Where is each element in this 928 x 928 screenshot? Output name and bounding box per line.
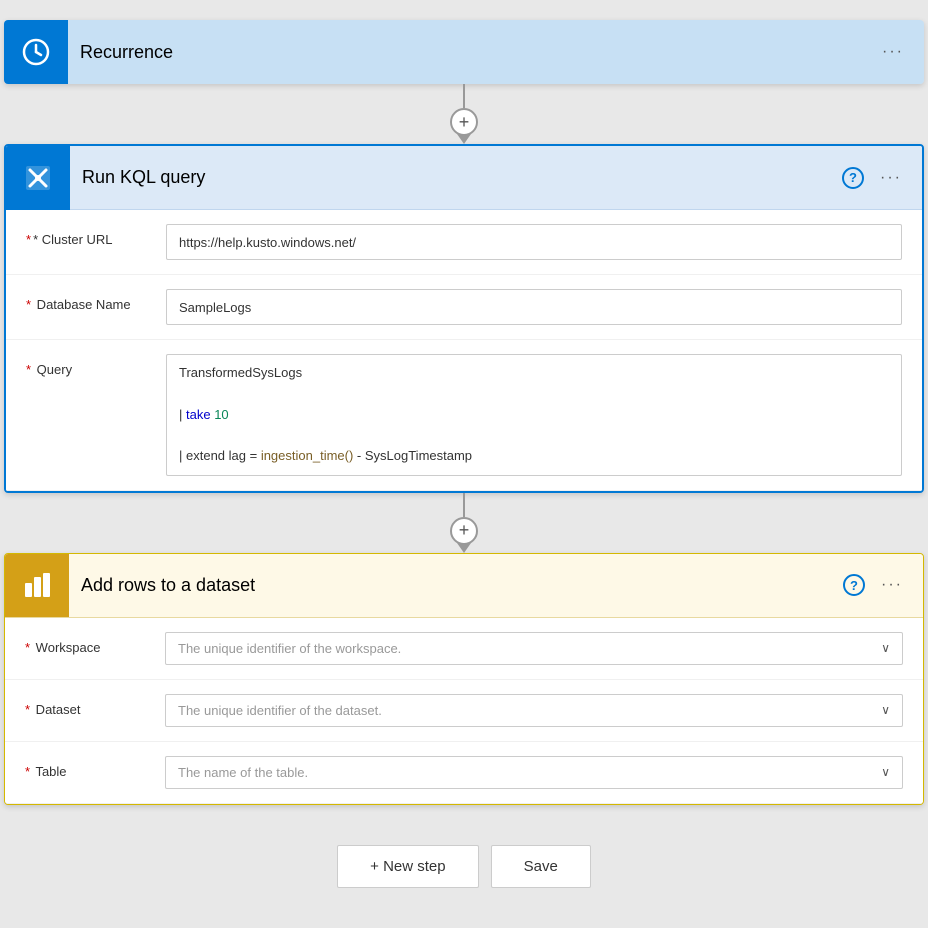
dataset-row: * Dataset The unique identifier of the d… [5, 680, 923, 742]
database-name-label: * Database Name [26, 289, 166, 312]
kql-more-button[interactable]: ··· [876, 165, 906, 191]
kql-card: Run KQL query ? ··· ** Cluster URL * Dat… [4, 144, 924, 493]
query-line-3: | extend lag = ingestion_time() - SysLog… [179, 446, 889, 467]
new-step-button[interactable]: + New step [337, 845, 478, 888]
workspace-label: * Workspace [25, 632, 165, 655]
addrows-header: Add rows to a dataset ? ··· [5, 554, 923, 618]
recurrence-title: Recurrence [68, 42, 878, 63]
cluster-url-input[interactable] [166, 224, 902, 260]
query-required: * [26, 362, 31, 377]
workspace-row: * Workspace The unique identifier of the… [5, 618, 923, 680]
dataset-chevron-icon: ∨ [881, 703, 890, 717]
kql-help-button[interactable]: ? [842, 167, 864, 189]
workspace-required: * [25, 640, 30, 655]
dataset-select[interactable]: The unique identifier of the dataset. ∨ [165, 694, 903, 727]
addrows-actions: ? ··· [843, 572, 907, 598]
database-name-input[interactable] [166, 289, 902, 325]
database-required: * [26, 297, 31, 312]
dataset-label: * Dataset [25, 694, 165, 717]
cluster-url-label: ** Cluster URL [26, 224, 166, 247]
add-step-button-2[interactable]: + [450, 517, 478, 545]
recurrence-header: Recurrence ··· [4, 20, 924, 84]
dataset-placeholder: The unique identifier of the dataset. [178, 703, 382, 718]
query-line-1: TransformedSysLogs [179, 363, 889, 384]
table-chevron-icon: ∨ [881, 765, 890, 779]
cluster-url-required: * [26, 232, 31, 247]
table-required: * [25, 764, 30, 779]
addrows-icon-bg [5, 553, 69, 617]
save-button[interactable]: Save [491, 845, 591, 888]
connector-line-top-2 [463, 493, 465, 517]
table-select[interactable]: The name of the table. ∨ [165, 756, 903, 789]
addrows-more-button[interactable]: ··· [877, 572, 907, 598]
table-placeholder: The name of the table. [178, 765, 308, 780]
table-row: * Table The name of the table. ∨ [5, 742, 923, 804]
database-name-row: * Database Name [6, 275, 922, 340]
connector-line-top-1 [463, 84, 465, 108]
add-step-button-1[interactable]: + [450, 108, 478, 136]
recurrence-actions: ··· [878, 39, 908, 65]
clock-icon [20, 36, 52, 68]
dataset-required: * [25, 702, 30, 717]
connector-2: + [450, 493, 478, 553]
chart-icon [21, 569, 53, 601]
connector-1: + [450, 84, 478, 144]
table-label: * Table [25, 756, 165, 779]
cluster-url-row: ** Cluster URL [6, 210, 922, 275]
kql-icon [22, 162, 54, 194]
kql-title: Run KQL query [70, 167, 842, 188]
kql-icon-bg [6, 146, 70, 210]
recurrence-icon-bg [4, 20, 68, 84]
kql-actions: ? ··· [842, 165, 906, 191]
recurrence-more-button[interactable]: ··· [878, 39, 908, 65]
query-row: * Query TransformedSysLogs | take 10 | e… [6, 340, 922, 491]
kql-body: ** Cluster URL * Database Name * Query T… [6, 210, 922, 491]
kql-header: Run KQL query ? ··· [6, 146, 922, 210]
query-line-2: | take 10 [179, 405, 889, 426]
addrows-help-button[interactable]: ? [843, 574, 865, 596]
workspace-select[interactable]: The unique identifier of the workspace. … [165, 632, 903, 665]
addrows-card: Add rows to a dataset ? ··· * Workspace … [4, 553, 924, 805]
workspace-chevron-icon: ∨ [881, 641, 890, 655]
query-input[interactable]: TransformedSysLogs | take 10 | extend la… [166, 354, 902, 476]
addrows-body: * Workspace The unique identifier of the… [5, 618, 923, 804]
query-label: * Query [26, 354, 166, 377]
workspace-placeholder: The unique identifier of the workspace. [178, 641, 401, 656]
bottom-actions: + New step Save [337, 845, 591, 888]
flow-container: Recurrence ··· + Run KQL query [4, 20, 924, 888]
addrows-title: Add rows to a dataset [69, 575, 843, 596]
recurrence-card: Recurrence ··· [4, 20, 924, 84]
